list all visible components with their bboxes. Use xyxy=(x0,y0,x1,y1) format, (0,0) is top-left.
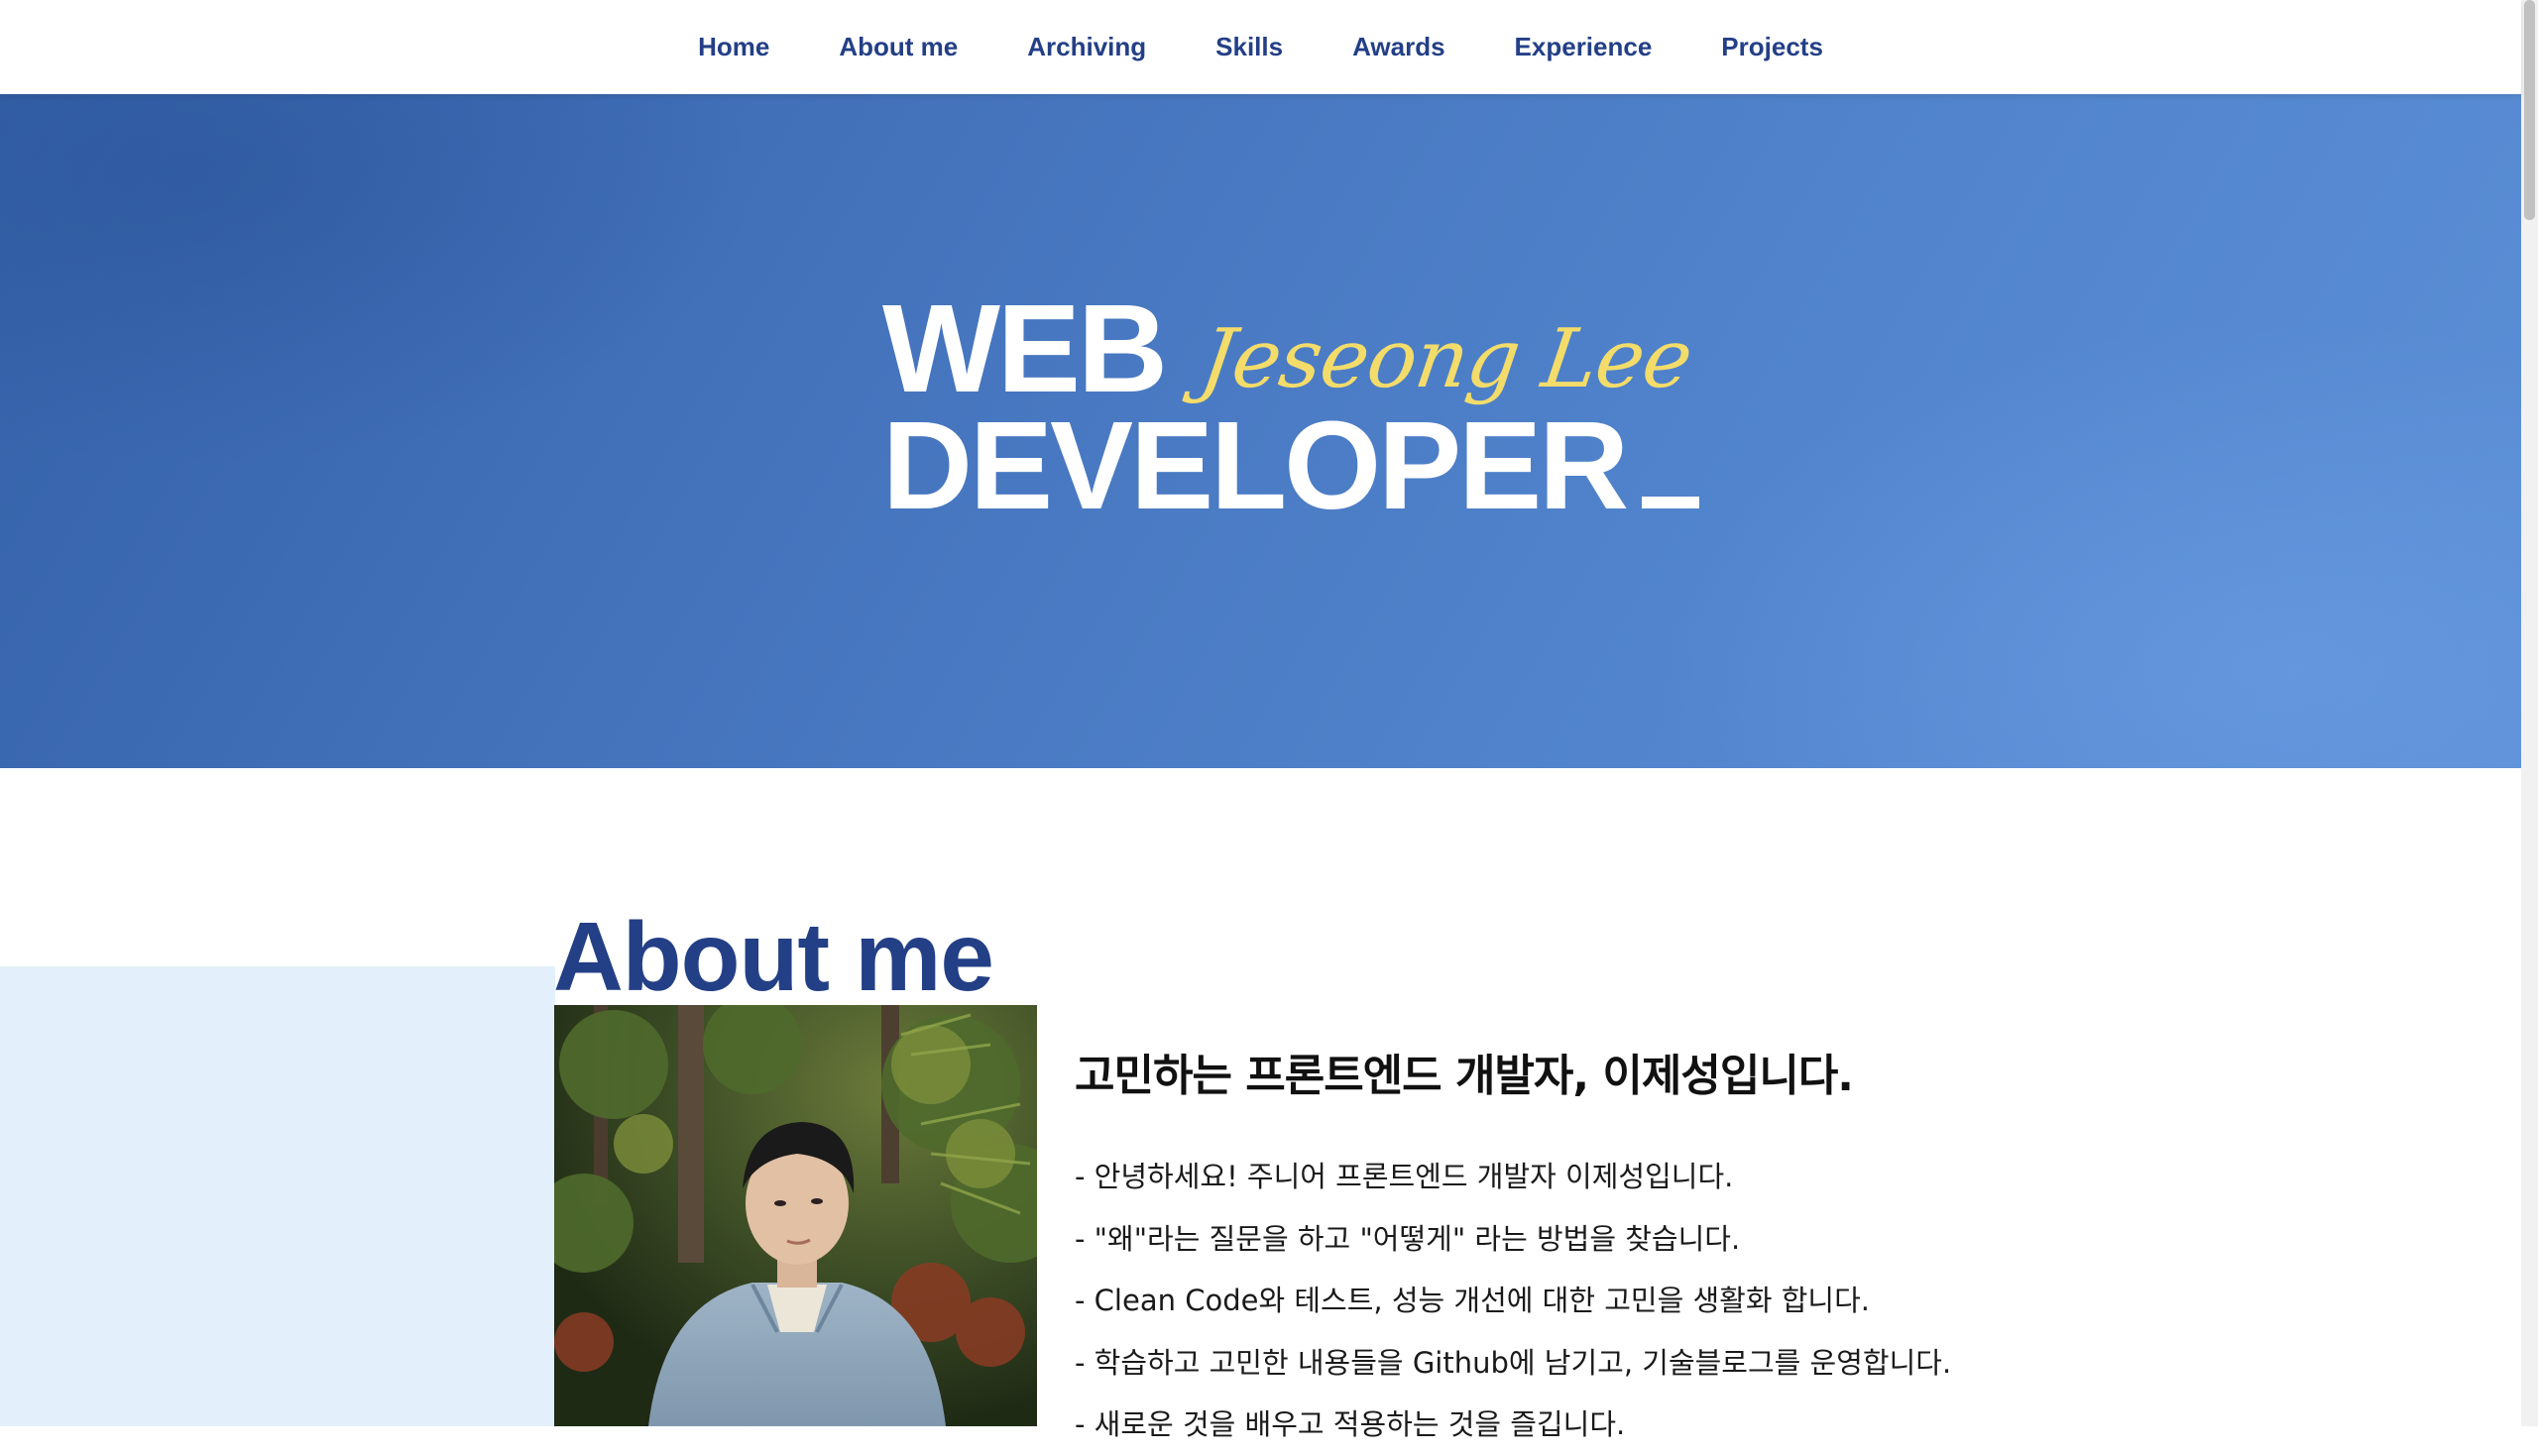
nav-item-experience[interactable]: Experience xyxy=(1480,32,1687,62)
top-navigation: Home About me Archiving Skills Awards Ex… xyxy=(0,0,2521,94)
vertical-scrollbar[interactable] xyxy=(2521,0,2538,1426)
hero-title-line-2: DEVELOPER xyxy=(882,395,1629,535)
nav-list: Home About me Archiving Skills Awards Ex… xyxy=(663,32,1858,62)
hero-title-line-2-wrapper: DEVELOPER xyxy=(882,403,1700,528)
typing-cursor-icon xyxy=(1642,497,1700,508)
profile-photo-image xyxy=(554,1005,1037,1426)
nav-item-awards[interactable]: Awards xyxy=(1318,32,1479,62)
nav-item-projects[interactable]: Projects xyxy=(1686,32,1858,62)
nav-item-skills[interactable]: Skills xyxy=(1181,32,1318,62)
nav-item-archiving[interactable]: Archiving xyxy=(992,32,1181,62)
about-bullet: - 새로운 것을 배우고 적용하는 것을 즐깁니다. xyxy=(1075,1407,1626,1441)
about-bullet: - "왜"라는 질문을 하고 "어떻게" 라는 방법을 찾습니다. xyxy=(1075,1221,1741,1256)
nav-item-about-me[interactable]: About me xyxy=(804,32,992,62)
about-subtitle: 고민하는 프론트엔드 개발자, 이제성입니다. xyxy=(1075,1051,1854,1101)
about-background-panel xyxy=(0,966,555,1426)
about-heading: About me xyxy=(553,902,994,1011)
nav-item-home[interactable]: Home xyxy=(663,32,804,62)
hero-section: WEB DEVELOPER Jeseong Lee xyxy=(0,94,2521,768)
about-bullet: - Clean Code와 테스트, 성능 개선에 대한 고민을 생활화 합니다… xyxy=(1075,1284,1871,1317)
about-bullet: - 안녕하세요! 주니어 프론트엔드 개발자 이제성입니다. xyxy=(1075,1160,1734,1193)
hero-signature: Jeseong Lee xyxy=(1195,312,1697,406)
scrollbar-thumb[interactable] xyxy=(2524,0,2535,220)
about-bullet: - 학습하고 고민한 내용들을 Github에 남기고, 기술블로그를 운영합니… xyxy=(1075,1345,1952,1380)
profile-photo xyxy=(554,1005,1037,1426)
about-content: 고민하는 프론트엔드 개발자, 이제성입니다. - 안녕하세요! 주니어 프론트… xyxy=(1075,1041,2066,1456)
about-bullet-list: - 안녕하세요! 주니어 프론트엔드 개발자 이제성입니다. - "왜"라는 질… xyxy=(1075,1146,2066,1456)
